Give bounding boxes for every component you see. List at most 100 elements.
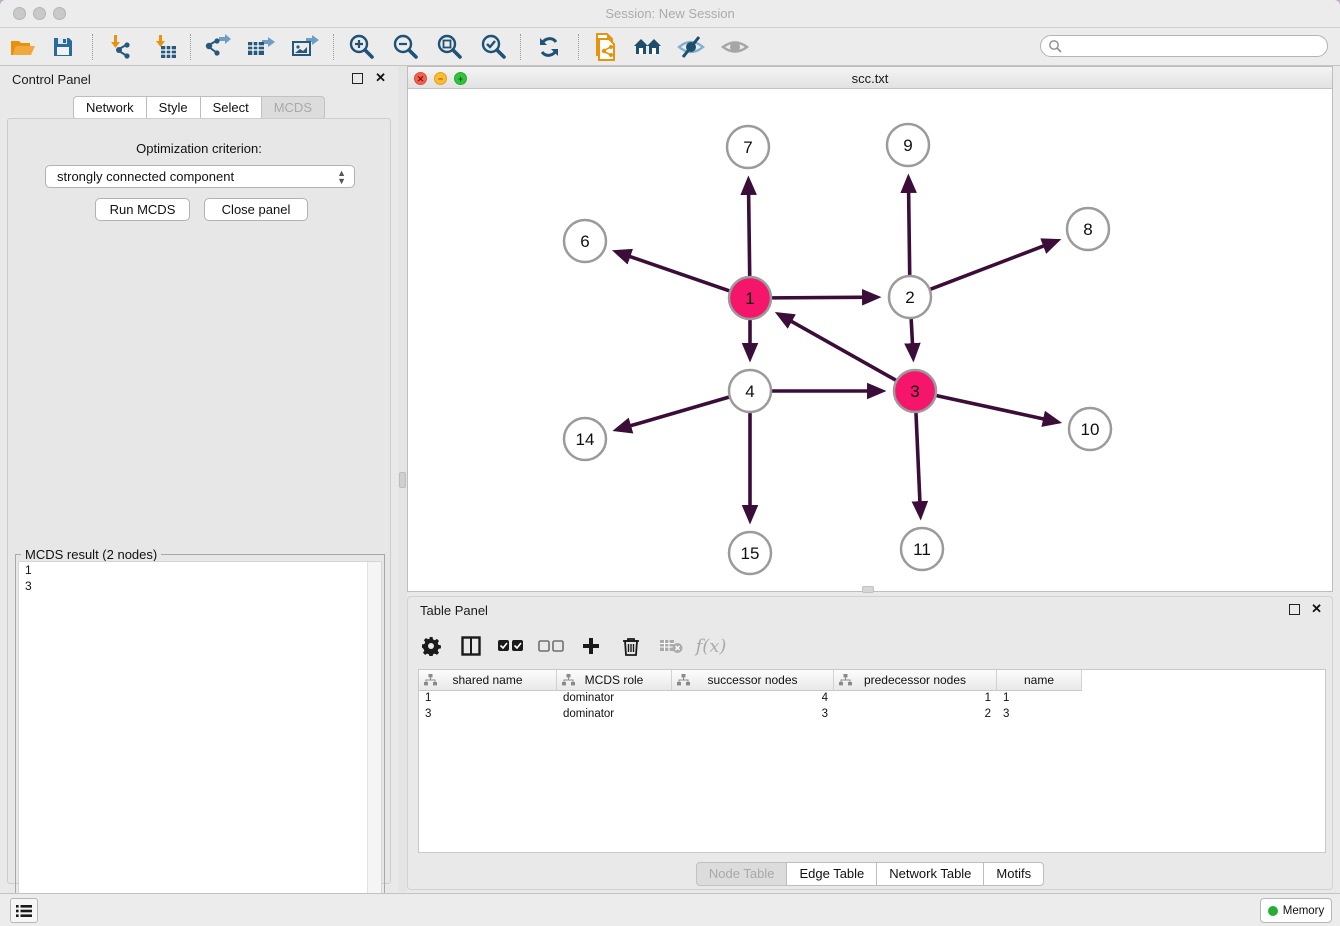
tab-mcds[interactable]: MCDS <box>261 96 325 120</box>
table-row[interactable]: 1 dominator 4 1 1 <box>419 691 1325 707</box>
run-mcds-button[interactable]: Run MCDS <box>95 198 190 221</box>
memory-button[interactable]: Memory <box>1260 898 1332 923</box>
table-row[interactable]: 3 dominator 3 2 3 <box>419 707 1325 723</box>
delete-column-icon[interactable] <box>618 633 644 659</box>
zoom-selected-icon[interactable] <box>476 33 510 61</box>
attribute-icon <box>424 674 437 686</box>
column-panel-icon[interactable] <box>458 633 484 659</box>
table-panel: Table Panel ✕ <box>407 596 1333 890</box>
mcds-result-text[interactable]: 1 3 <box>18 561 382 923</box>
import-table-icon[interactable] <box>148 33 182 61</box>
graph-edge-2-9[interactable] <box>908 180 909 275</box>
graph-edge-1-2[interactable] <box>772 297 875 298</box>
network-graph[interactable]: 1234678910111415 <box>408 89 1332 586</box>
tab-node-table[interactable]: Node Table <box>696 862 787 886</box>
tab-edge-table[interactable]: Edge Table <box>786 862 876 886</box>
refresh-icon[interactable] <box>532 33 566 61</box>
select-all-icon[interactable] <box>498 633 524 659</box>
search-input[interactable] <box>1040 35 1328 57</box>
session-title: Session: New Session <box>0 6 1340 21</box>
graph-edge-4-14[interactable] <box>619 397 729 429</box>
new-network-from-selection-icon[interactable] <box>588 33 622 61</box>
graph-node-label: 9 <box>903 136 912 155</box>
table-float-panel-icon[interactable] <box>1289 604 1300 615</box>
app-window: Session: New Session <box>0 0 1340 926</box>
table-panel-title: Table Panel <box>420 603 488 618</box>
zoom-fit-icon[interactable] <box>432 33 466 61</box>
table-panel-tabs: Node TableEdge TableNetwork TableMotifs <box>408 862 1332 886</box>
memory-label: Memory <box>1283 905 1325 917</box>
optimization-criterion-label: Optimization criterion: <box>8 141 390 156</box>
graph-node-label: 4 <box>745 382 754 401</box>
open-session-icon[interactable] <box>6 33 40 61</box>
table-header-row: shared name MCDS role successor nodes pr… <box>419 670 1325 691</box>
import-network-icon[interactable] <box>102 33 136 61</box>
function-builder-icon[interactable]: f(x) <box>698 633 724 659</box>
column-header-shared-name[interactable]: shared name <box>419 670 557 691</box>
show-all-icon[interactable] <box>718 33 752 61</box>
memory-status-icon <box>1268 906 1278 916</box>
result-line: 1 <box>19 562 381 578</box>
tab-network-table[interactable]: Network Table <box>876 862 983 886</box>
graph-node-label: 14 <box>576 430 595 449</box>
export-image-icon[interactable] <box>288 33 322 61</box>
save-session-icon[interactable] <box>46 33 80 61</box>
main-toolbar <box>0 28 1340 66</box>
zoom-out-icon[interactable] <box>388 33 422 61</box>
delete-table-icon[interactable] <box>658 633 684 659</box>
graph-edge-3-1[interactable] <box>780 315 895 380</box>
control-panel-title: Control Panel <box>12 72 91 87</box>
tab-select[interactable]: Select <box>200 96 261 120</box>
first-neighbors-icon[interactable] <box>631 33 665 61</box>
table-settings-icon[interactable] <box>418 633 444 659</box>
float-panel-icon[interactable] <box>352 73 363 84</box>
graph-edge-1-6[interactable] <box>618 252 729 290</box>
control-panel: Control Panel ✕ NetworkStyleSelectMCDS O… <box>0 66 398 892</box>
list-icon <box>16 904 32 918</box>
task-history-button[interactable] <box>10 898 38 923</box>
column-header-predecessor-nodes[interactable]: predecessor nodes <box>834 670 997 691</box>
graph-node-label: 15 <box>741 544 760 563</box>
close-panel-icon[interactable]: ✕ <box>375 70 386 86</box>
graph-edge-1-7[interactable] <box>748 182 749 276</box>
tab-network[interactable]: Network <box>73 96 146 120</box>
table-close-panel-icon[interactable]: ✕ <box>1311 601 1322 617</box>
criterion-value: strongly connected component <box>57 169 234 184</box>
add-column-icon[interactable] <box>578 633 604 659</box>
attribute-icon <box>677 674 690 686</box>
attribute-icon <box>562 674 575 686</box>
tab-style[interactable]: Style <box>146 96 200 120</box>
tab-motifs[interactable]: Motifs <box>983 862 1044 886</box>
vertical-splitter[interactable] <box>398 66 407 892</box>
export-network-icon[interactable] <box>200 33 234 61</box>
result-scrollbar[interactable] <box>367 562 381 922</box>
deselect-all-icon[interactable] <box>538 633 564 659</box>
dropdown-stepper-icon: ▲▼ <box>337 169 346 185</box>
network-title: scc.txt <box>408 71 1332 86</box>
table-toolbar: f(x) <box>418 627 1324 665</box>
zoom-in-icon[interactable] <box>344 33 378 61</box>
splitter-handle[interactable] <box>399 472 406 488</box>
control-panel-tabs: NetworkStyleSelectMCDS <box>0 96 398 120</box>
column-header-mcds-role[interactable]: MCDS role <box>557 670 672 691</box>
graph-edge-2-8[interactable] <box>931 241 1056 289</box>
graph-node-label: 2 <box>905 288 914 307</box>
network-window-titlebar[interactable]: ✕ − + scc.txt <box>408 67 1332 89</box>
graph-node-label: 10 <box>1081 420 1100 439</box>
graph-node-label: 7 <box>743 138 752 157</box>
graph-node-label: 11 <box>913 540 931 559</box>
graph-edge-3-10[interactable] <box>936 396 1055 422</box>
mcds-result-groupbox: MCDS result (2 nodes) 1 3 <box>15 554 385 926</box>
column-header-successor-nodes[interactable]: successor nodes <box>672 670 834 691</box>
export-table-icon[interactable] <box>244 33 278 61</box>
column-header-name[interactable]: name <box>997 670 1082 691</box>
node-table[interactable]: shared name MCDS role successor nodes pr… <box>418 669 1326 853</box>
close-panel-button[interactable]: Close panel <box>204 198 308 221</box>
network-canvas[interactable]: 1234678910111415 <box>408 89 1332 586</box>
criterion-dropdown[interactable]: strongly connected component ▲▼ <box>45 165 355 188</box>
graph-node-label: 3 <box>910 382 919 401</box>
hide-selected-icon[interactable] <box>674 33 708 61</box>
graph-edge-2-3[interactable] <box>911 319 913 356</box>
graph-edge-3-11[interactable] <box>916 413 920 514</box>
horizontal-splitter-handle[interactable] <box>862 586 874 593</box>
